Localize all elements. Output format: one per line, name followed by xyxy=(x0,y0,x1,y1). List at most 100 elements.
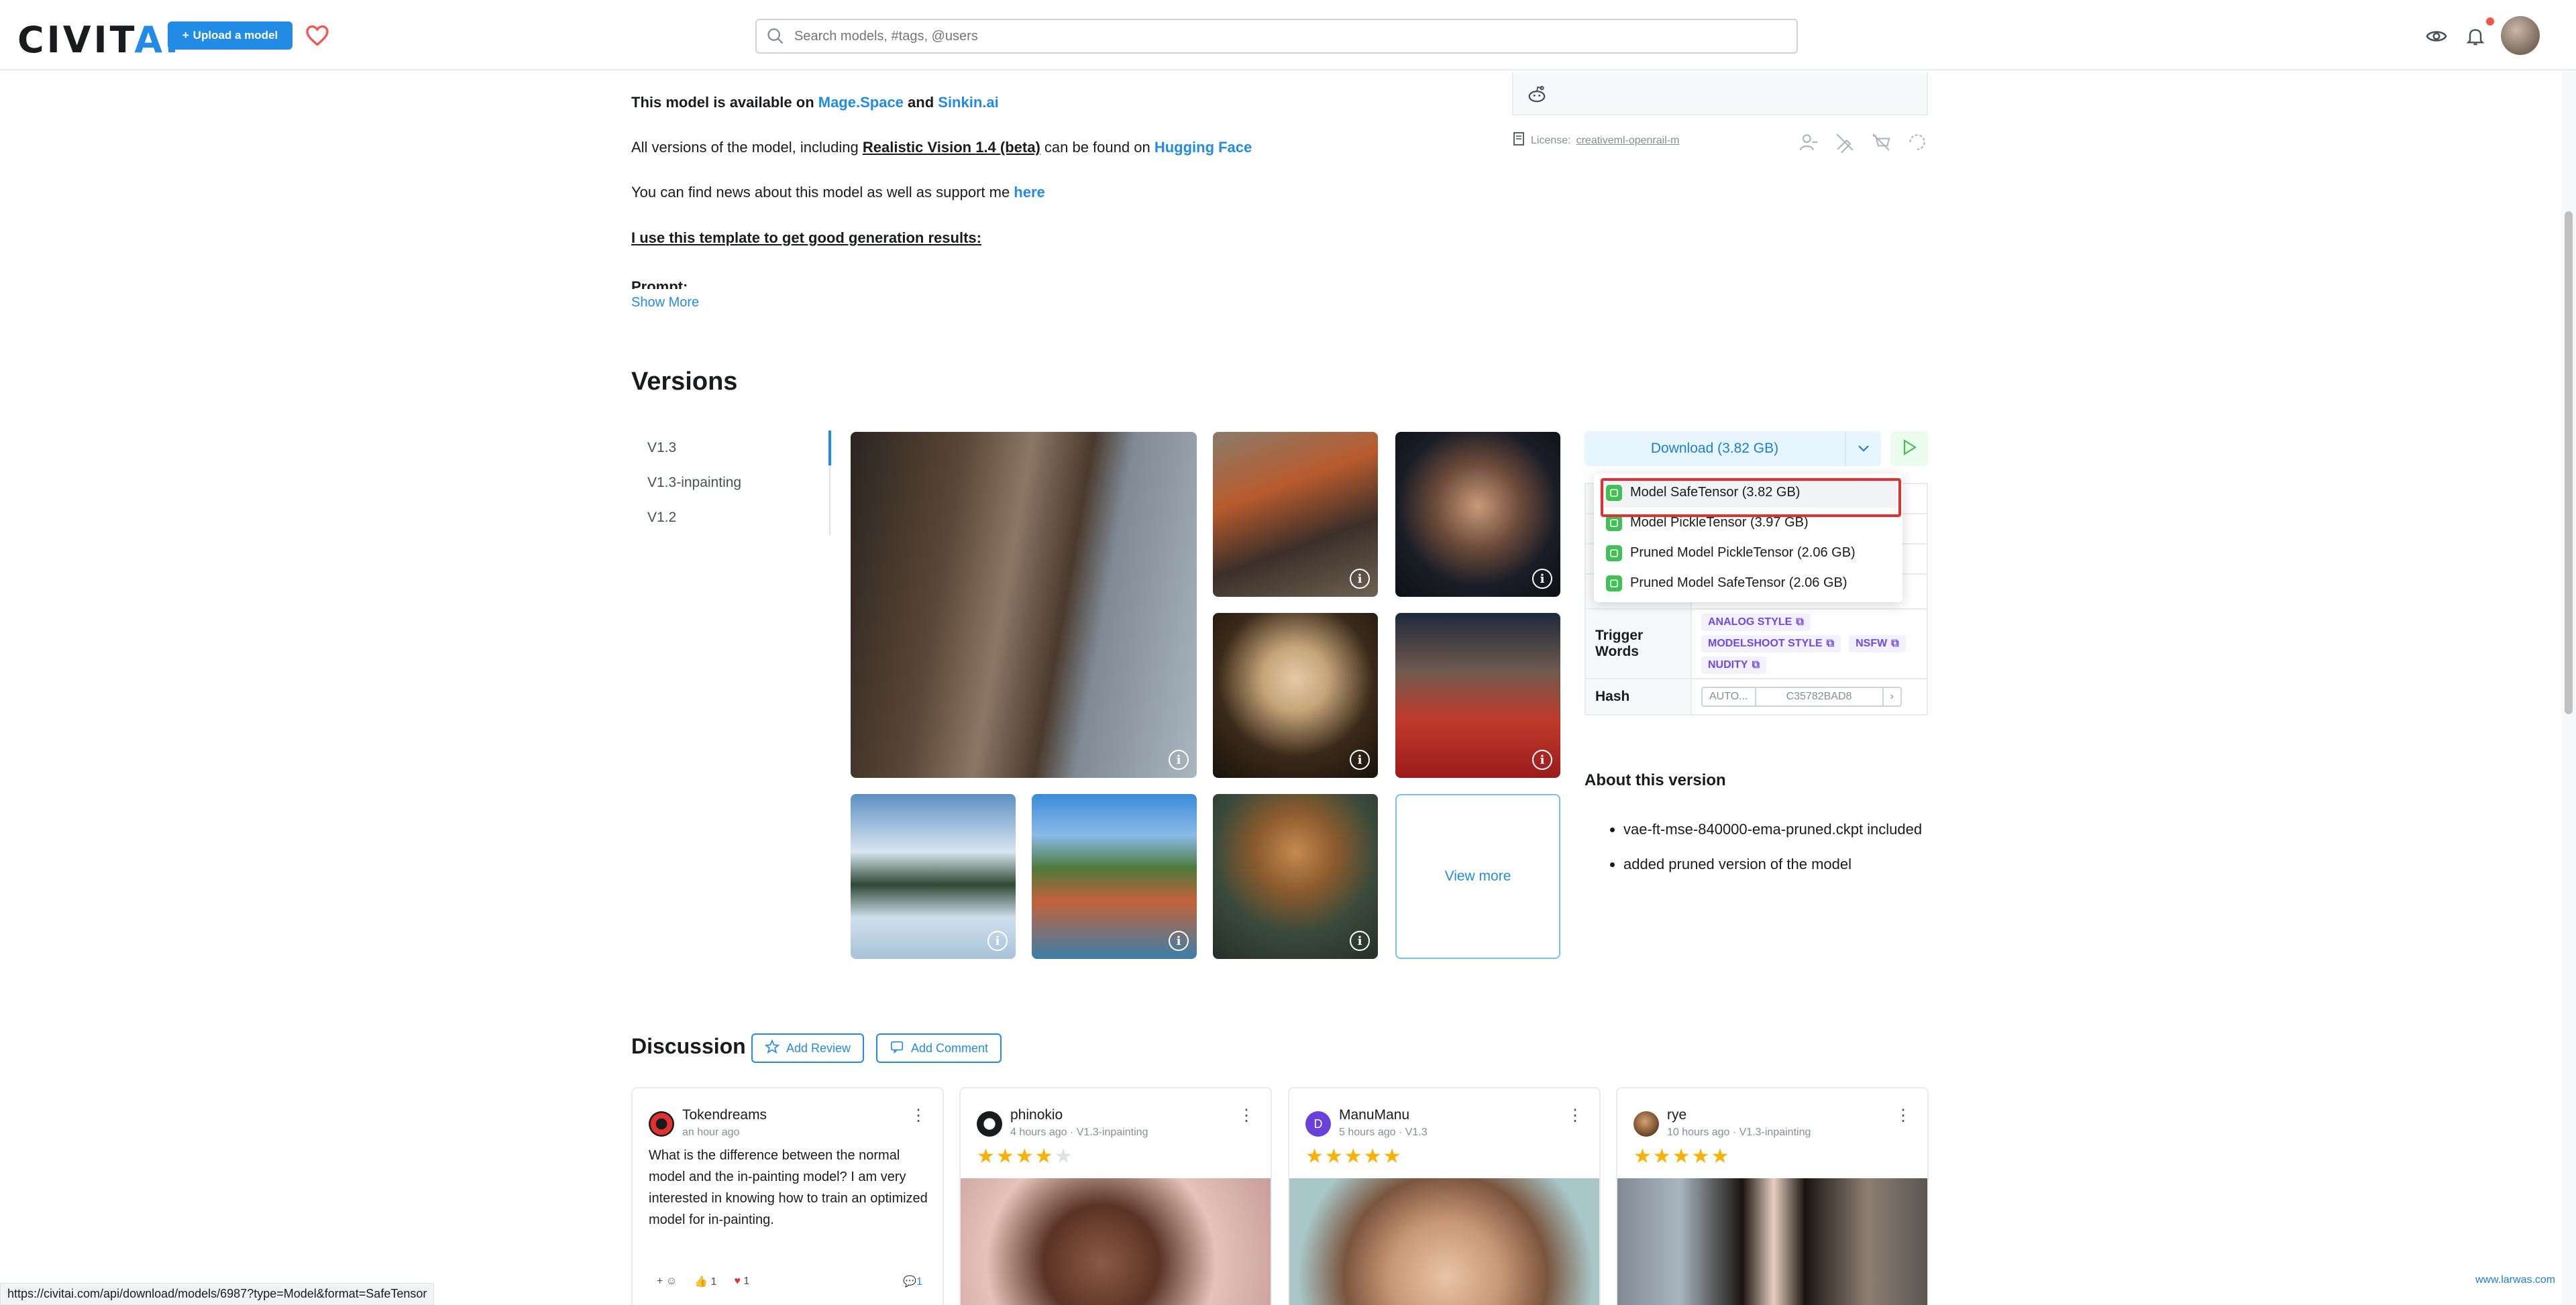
download-option-pruned-pickletensor[interactable]: Pruned Model PickleTensor (2.06 GB) xyxy=(1599,538,1897,568)
download-option-model-pickletensor[interactable]: Model PickleTensor (3.97 GB) xyxy=(1599,508,1897,538)
info-icon[interactable]: i xyxy=(1532,569,1552,589)
add-comment-button[interactable]: Add Comment xyxy=(876,1033,1002,1063)
user-avatar[interactable] xyxy=(649,1111,674,1137)
info-icon[interactable]: i xyxy=(1169,750,1189,770)
version-item-v1-3[interactable]: V1.3 xyxy=(631,431,833,465)
scrollbar-thumb[interactable] xyxy=(2565,211,2573,714)
discussion-card[interactable]: Tokendreams an hour ago ⋮ What is the di… xyxy=(631,1087,944,1305)
reddit-icon[interactable] xyxy=(1527,84,1547,107)
comment-meta: an hour ago xyxy=(682,1127,740,1138)
info-icon[interactable]: i xyxy=(1350,750,1370,770)
comment-text: What is the difference between the norma… xyxy=(649,1148,928,1227)
review-card[interactable]: phinokio 4 hours ago · V1.3-inpainting ⋮… xyxy=(959,1087,1272,1305)
hash-label: Hash xyxy=(1586,679,1692,714)
file-icon xyxy=(1606,545,1622,561)
bell-icon[interactable] xyxy=(2461,21,2490,51)
desc-line-template: I use this template to get good generati… xyxy=(631,229,981,246)
username[interactable]: Tokendreams xyxy=(682,1107,767,1123)
hash-type-select[interactable]: AUTO... xyxy=(1703,688,1756,705)
info-icon[interactable]: i xyxy=(1350,931,1370,951)
support-link[interactable]: here xyxy=(1014,184,1044,201)
search-icon xyxy=(757,27,794,46)
gallery-image-6[interactable]: i xyxy=(851,794,1016,959)
review-meta: 10 hours ago · V1.3-inpainting xyxy=(1667,1127,1811,1138)
civitai-logo[interactable]: CIVITAI xyxy=(17,19,181,61)
gallery-image-3[interactable]: i xyxy=(1395,432,1560,597)
comment-count[interactable]: 💬1 xyxy=(903,1275,922,1288)
comment-icon xyxy=(890,1039,904,1058)
version-item-v1-2[interactable]: V1.2 xyxy=(631,500,833,535)
review-card[interactable]: D ManuManu 5 hours ago · V1.3 ⋮ ★★★★★ xyxy=(1288,1087,1601,1305)
watermark: www.larwas.com xyxy=(2475,1274,2556,1286)
review-image[interactable] xyxy=(961,1178,1271,1305)
top-header: CIVITAI + Upload a model xyxy=(0,0,2576,70)
list-item: vae-ft-mse-840000-ema-pruned.ckpt includ… xyxy=(1623,818,1933,841)
username[interactable]: rye xyxy=(1667,1107,1686,1123)
gallery-image-main[interactable]: i xyxy=(851,432,1197,778)
copy-icon[interactable]: ⧉ xyxy=(1796,616,1803,628)
gallery-image-5[interactable]: i xyxy=(1395,613,1560,778)
username[interactable]: phinokio xyxy=(1010,1107,1063,1123)
chevron-right-icon[interactable]: › xyxy=(1884,688,1900,705)
review-meta: 4 hours ago · V1.3-inpainting xyxy=(1010,1127,1148,1138)
add-review-button[interactable]: Add Review xyxy=(751,1033,865,1063)
page-scrollbar[interactable] xyxy=(2561,70,2576,1305)
chevron-down-icon[interactable] xyxy=(1845,431,1881,466)
run-model-button[interactable] xyxy=(1890,431,1928,466)
download-button[interactable]: Download (3.82 GB) xyxy=(1585,431,1881,466)
trigger-word-tag[interactable]: MODELSHOOT STYLE ⧉ xyxy=(1701,635,1841,652)
mage-space-link[interactable]: Mage.Space xyxy=(818,94,904,111)
info-icon[interactable]: i xyxy=(1532,750,1552,770)
about-version-title: About this version xyxy=(1585,771,1726,789)
username[interactable]: ManuManu xyxy=(1339,1107,1409,1123)
info-icon[interactable]: i xyxy=(987,931,1008,951)
gallery-image-2[interactable]: i xyxy=(1213,432,1378,597)
eye-icon[interactable] xyxy=(2422,21,2451,51)
info-icon[interactable]: i xyxy=(1169,931,1189,951)
show-more-link[interactable]: Show More xyxy=(631,295,699,310)
trigger-word-tag[interactable]: ANALOG STYLE ⧉ xyxy=(1701,614,1811,631)
more-options-icon[interactable]: ⋮ xyxy=(910,1106,926,1125)
review-image[interactable] xyxy=(1617,1178,1927,1305)
license-link[interactable]: creativeml-openrail-m xyxy=(1576,135,1680,147)
hash-value[interactable]: C35782BAD8 xyxy=(1756,688,1884,705)
copy-icon[interactable]: ⧉ xyxy=(1827,638,1834,650)
version-tab-indicator xyxy=(828,431,831,535)
file-icon xyxy=(1606,514,1622,531)
version-list: V1.3 V1.3-inpainting V1.2 xyxy=(631,431,833,535)
trigger-words-label: Trigger Words xyxy=(1586,610,1692,678)
trigger-word-tag[interactable]: NSFW ⧉ xyxy=(1849,635,1906,652)
sinkin-link[interactable]: Sinkin.ai xyxy=(938,94,998,111)
info-icon[interactable]: i xyxy=(1350,569,1370,589)
more-options-icon[interactable]: ⋮ xyxy=(1238,1106,1254,1125)
user-avatar[interactable] xyxy=(1633,1111,1659,1137)
user-avatar[interactable] xyxy=(977,1111,1002,1137)
heart-reaction[interactable]: ♥ 1 xyxy=(734,1275,749,1288)
copy-icon[interactable]: ⧉ xyxy=(1891,638,1898,650)
review-image[interactable] xyxy=(1289,1178,1599,1305)
gallery-image-7[interactable]: i xyxy=(1032,794,1197,959)
version-item-v1-3-inpainting[interactable]: V1.3-inpainting xyxy=(631,465,833,500)
hugging-face-link[interactable]: Hugging Face xyxy=(1155,139,1252,156)
review-card[interactable]: rye 10 hours ago · V1.3-inpainting ⋮ ★★★… xyxy=(1616,1087,1929,1305)
gallery-image-8[interactable]: i xyxy=(1213,794,1378,959)
more-options-icon[interactable]: ⋮ xyxy=(1567,1106,1583,1125)
hash-box[interactable]: AUTO... C35782BAD8 › xyxy=(1701,687,1902,707)
sidebar-social-box xyxy=(1512,72,1928,115)
gallery-image-4[interactable]: i xyxy=(1213,613,1378,778)
download-option-pruned-safetensor[interactable]: Pruned Model SafeTensor (2.06 GB) xyxy=(1599,568,1897,598)
copy-icon[interactable]: ⧉ xyxy=(1752,659,1760,671)
trigger-word-tag[interactable]: NUDITY ⧉ xyxy=(1701,657,1766,674)
thumbs-up-reaction[interactable]: 👍 1 xyxy=(694,1275,716,1288)
download-option-model-safetensor[interactable]: Model SafeTensor (3.82 GB) xyxy=(1599,477,1897,508)
user-avatar[interactable]: D xyxy=(1305,1111,1331,1137)
more-options-icon[interactable]: ⋮ xyxy=(1895,1106,1911,1125)
add-reaction-icon[interactable]: + ☺ xyxy=(657,1275,677,1288)
license-info: License: creativeml-openrail-m xyxy=(1512,131,1679,150)
heart-icon[interactable] xyxy=(302,20,333,51)
user-avatar[interactable] xyxy=(2501,16,2540,55)
upload-model-button[interactable]: + Upload a model xyxy=(168,21,292,50)
search-bar[interactable] xyxy=(755,19,1798,54)
search-input[interactable] xyxy=(794,28,1733,44)
view-more-button[interactable]: View more xyxy=(1395,794,1560,959)
